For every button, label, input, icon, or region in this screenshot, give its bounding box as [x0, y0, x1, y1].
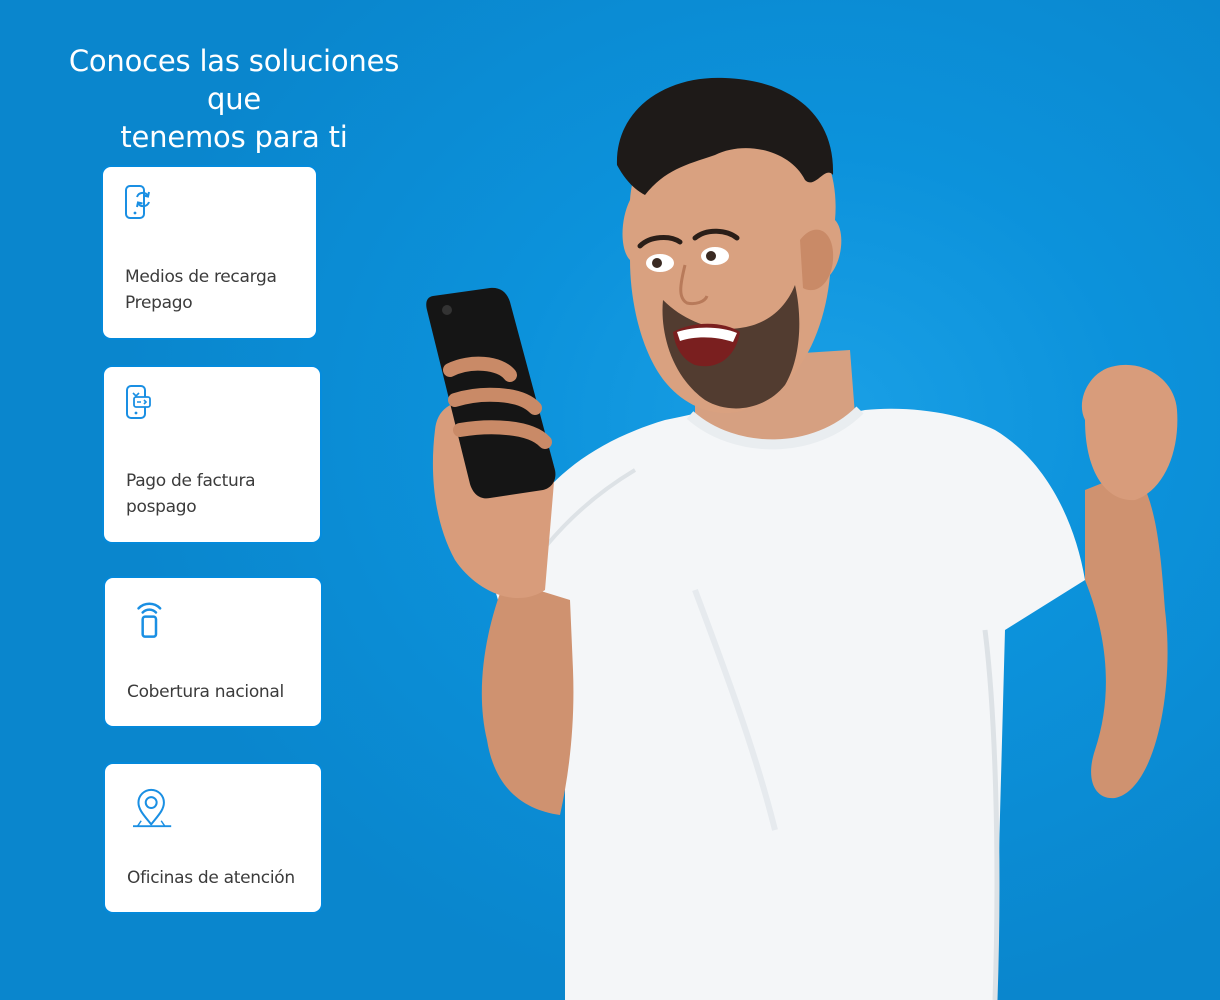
- right-arm: [1085, 470, 1168, 799]
- card-label: Oficinas de atención: [127, 865, 295, 891]
- card-service-offices[interactable]: Oficinas de atención: [105, 764, 321, 912]
- card-label-line-1: Pago de factura: [126, 471, 256, 491]
- right-fist: [1081, 364, 1178, 501]
- card-label: Pago de factura pospago: [126, 468, 256, 520]
- heading-line-1: Conoces las soluciones que: [68, 44, 400, 116]
- card-label-line-2: pospago: [126, 497, 197, 517]
- man-with-phone-photo: [426, 77, 1178, 1000]
- card-label-line-1: Oficinas de atención: [127, 868, 295, 888]
- card-label: Cobertura nacional: [127, 679, 284, 705]
- card-national-coverage[interactable]: Cobertura nacional: [105, 578, 321, 726]
- card-label-line-2: Prepago: [125, 293, 193, 313]
- card-postpaid-bill-payment[interactable]: Pago de factura pospago: [104, 367, 320, 542]
- heading-line-2: tenemos para ti: [120, 120, 348, 154]
- phone-refresh-icon: [125, 185, 150, 219]
- phone-signal-icon: [137, 602, 162, 638]
- card-label: Medios de recarga Prepago: [125, 264, 277, 316]
- left-arm: [481, 580, 574, 815]
- section-heading: Conoces las soluciones que tenemos para …: [40, 42, 428, 156]
- card-label-line-1: Medios de recarga: [125, 267, 277, 287]
- location-pin-icon: [133, 788, 172, 828]
- card-recharge-methods[interactable]: Medios de recarga Prepago: [103, 167, 316, 338]
- phone-payment-icon: [126, 385, 151, 419]
- card-label-line-1: Cobertura nacional: [127, 682, 284, 702]
